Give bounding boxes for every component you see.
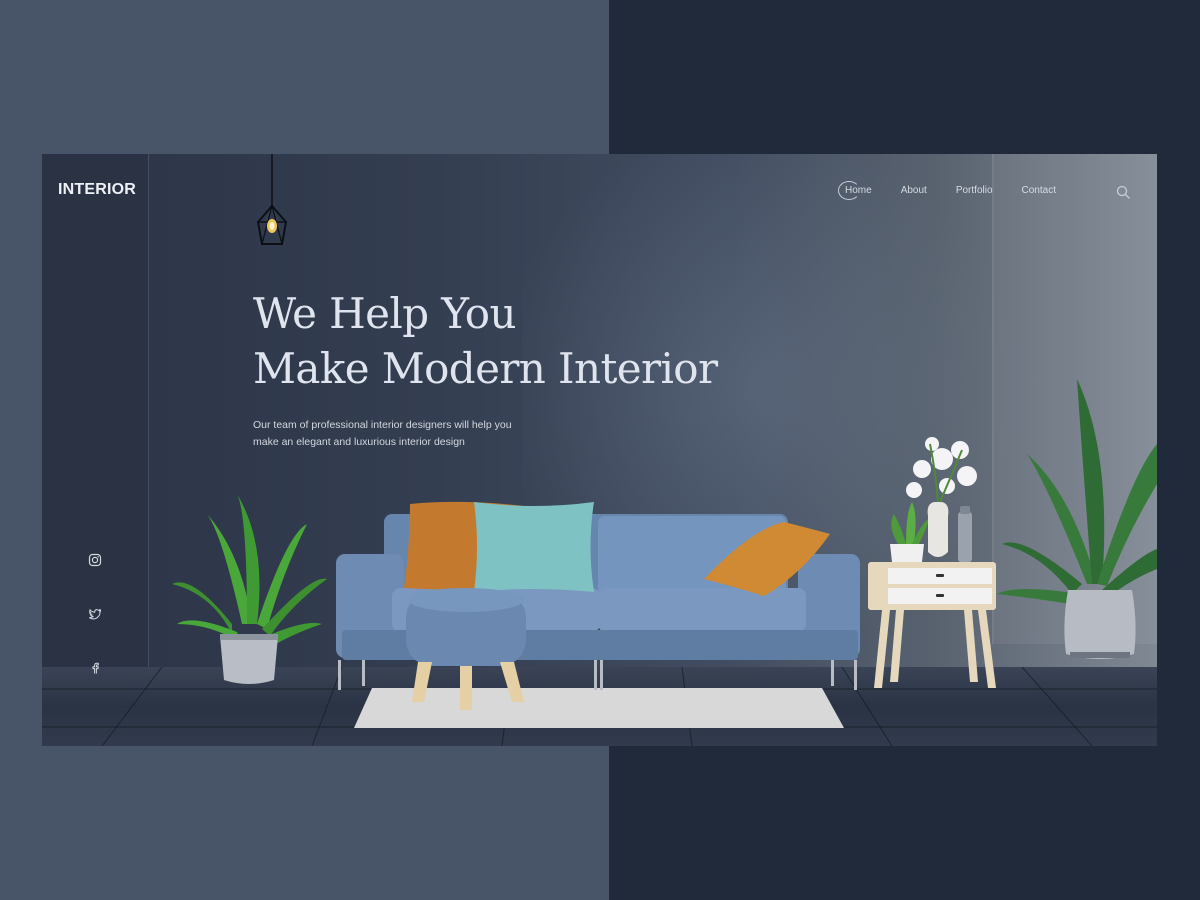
vase [927,502,949,557]
instagram-icon[interactable] [88,553,102,567]
sofa-seat-right [598,588,806,632]
flowers [906,437,977,498]
pot-left [220,636,278,684]
landing-page-frame: INTERIOR Home About Portfolio Contact We… [42,154,1157,746]
thermos [958,512,972,562]
brand-logo[interactable]: INTERIOR [58,181,136,199]
succulent [891,502,930,546]
hero-desc-line2: make an elegant and luxurious interior d… [253,435,465,448]
pot-right [1064,590,1136,659]
hero-title: We Help You Make Modern Interior [253,286,718,396]
hero-description: Our team of professional interior design… [253,417,553,450]
main-nav: Home About Portfolio Contact [838,181,1085,200]
twitter-icon[interactable] [88,607,102,621]
nav-home[interactable]: Home [838,181,872,200]
pillow-teal [474,502,594,592]
pendant-lamp-icon [256,154,288,245]
rug [354,688,844,728]
nav-contact[interactable]: Contact [1022,185,1056,196]
hero-title-line2: Make Modern Interior [253,344,718,393]
plant-left [172,494,327,646]
facebook-icon[interactable] [88,661,102,675]
nav-about[interactable]: About [901,185,927,196]
search-icon[interactable] [1116,185,1130,199]
hero-title-line1: We Help You [253,289,517,338]
living-room-illustration [172,379,1157,728]
hero-desc-line1: Our team of professional interior design… [253,419,512,431]
palm-plant-right [997,379,1157,606]
nav-portfolio[interactable]: Portfolio [956,185,993,196]
